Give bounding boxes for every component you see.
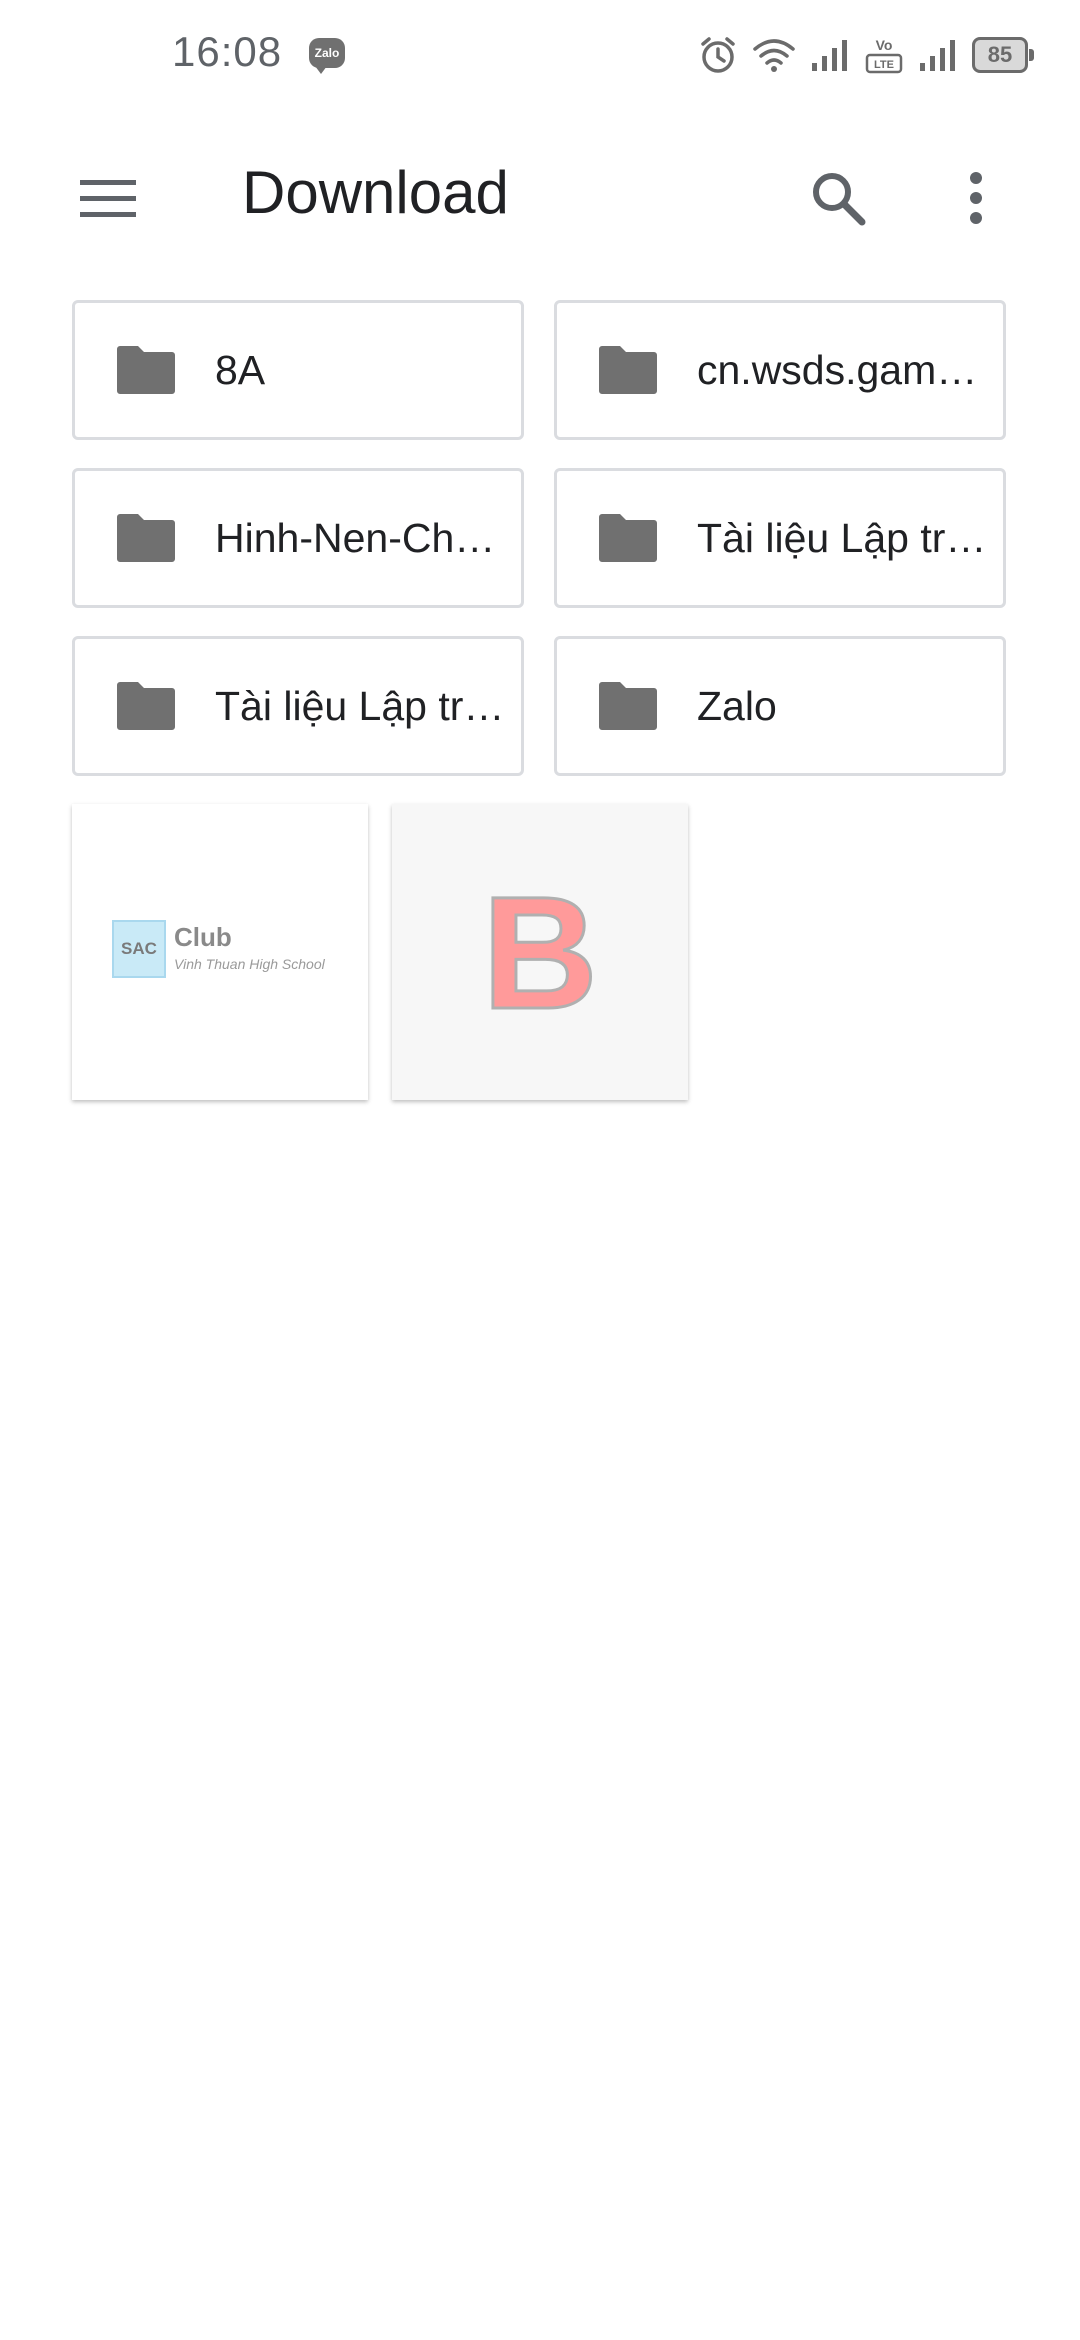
signal-icon bbox=[920, 40, 955, 71]
more-vert-icon bbox=[970, 172, 982, 224]
signal-icon bbox=[812, 40, 847, 71]
folder-name: Zalo bbox=[697, 682, 777, 729]
folder-name: Tài liệu Lập tr… bbox=[697, 514, 987, 561]
sac-logo-box: SAC bbox=[112, 920, 166, 978]
folder-item[interactable]: Zalo bbox=[554, 636, 1006, 776]
alarm-icon bbox=[701, 37, 735, 73]
folder-item[interactable]: cn.wsds.gam… bbox=[554, 300, 1006, 440]
status-time: 16:08 bbox=[172, 28, 283, 75]
volte-icon: Vo LTE bbox=[865, 37, 903, 74]
sac-logo-title: Club bbox=[174, 922, 232, 952]
svg-text:Vo: Vo bbox=[876, 37, 893, 53]
search-icon bbox=[813, 173, 866, 226]
folder-item[interactable]: Hinh-Nen-Ch… bbox=[72, 468, 524, 608]
hamburger-menu-icon bbox=[80, 180, 136, 217]
file-thumbnail[interactable]: B bbox=[392, 804, 688, 1100]
menu-button[interactable] bbox=[70, 160, 146, 236]
status-bar: 16:08 Zalo Vo LTE 85 bbox=[0, 0, 1080, 110]
folder-icon bbox=[117, 682, 175, 730]
folder-icon bbox=[117, 346, 175, 394]
app-bar: Download bbox=[0, 120, 1080, 270]
folder-icon bbox=[599, 514, 657, 562]
svg-text:LTE: LTE bbox=[874, 59, 894, 71]
svg-text:B: B bbox=[482, 886, 598, 1020]
zalo-notification-icon: Zalo bbox=[309, 38, 345, 74]
folder-item[interactable]: Tài liệu Lập tr… bbox=[72, 636, 524, 776]
file-thumbnail[interactable]: SAC Club Vinh Thuan High School bbox=[72, 804, 368, 1100]
wifi-icon bbox=[753, 39, 795, 72]
folder-item[interactable]: Tài liệu Lập tr… bbox=[554, 468, 1006, 608]
status-icons: Vo LTE 85 bbox=[698, 30, 1034, 80]
battery-icon: 85 bbox=[972, 37, 1034, 73]
folder-name: Hinh-Nen-Ch… bbox=[215, 514, 496, 561]
folder-icon bbox=[599, 346, 657, 394]
search-button[interactable] bbox=[800, 160, 876, 236]
files-app-screen: 16:08 Zalo Vo LTE 85 Download 8A cn.wsds… bbox=[0, 0, 1080, 2340]
folder-icon bbox=[599, 682, 657, 730]
folder-name: cn.wsds.gam… bbox=[697, 346, 978, 393]
b-logo-image: B bbox=[481, 886, 600, 1020]
folder-item[interactable]: 8A bbox=[72, 300, 524, 440]
more-options-button[interactable] bbox=[946, 160, 1006, 236]
folder-name: 8A bbox=[215, 346, 266, 393]
folder-name: Tài liệu Lập tr… bbox=[215, 682, 505, 729]
sac-club-logo: SAC Club Vinh Thuan High School bbox=[112, 920, 332, 990]
page-title: Download bbox=[242, 159, 509, 226]
sac-logo-subtitle: Vinh Thuan High School bbox=[174, 956, 325, 972]
folder-icon bbox=[117, 514, 175, 562]
